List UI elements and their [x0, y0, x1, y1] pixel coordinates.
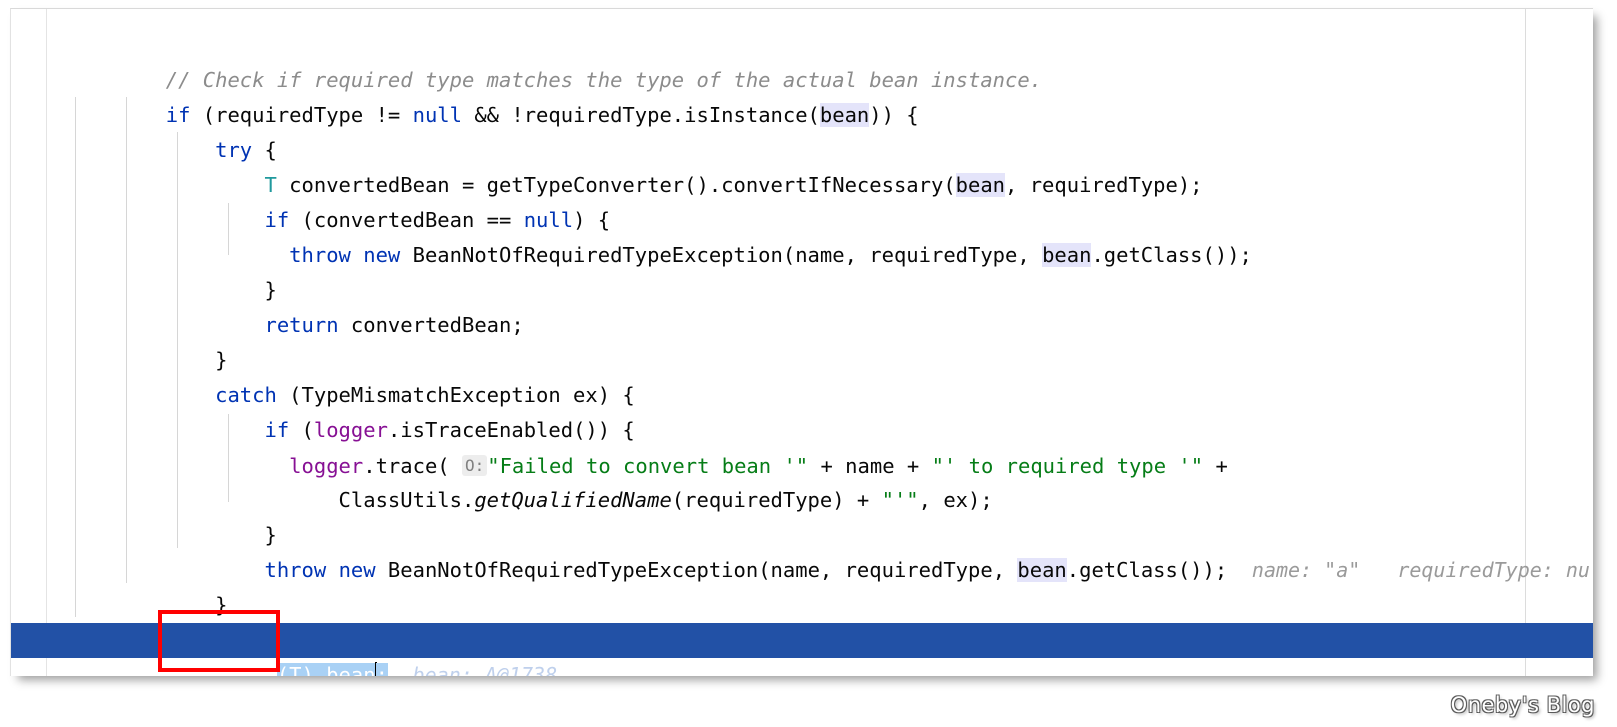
code-line[interactable]: catch (TypeMismatchException ex) { — [11, 343, 1593, 407]
code-line[interactable]: ClassUtils.getQualifiedName(requiredType… — [11, 448, 1593, 512]
watermark-text: Oneby's Blog — [1450, 693, 1595, 717]
code-line[interactable]: if (logger.isTraceEnabled()) { — [11, 378, 1593, 442]
code-editor-window[interactable]: // Check if required type matches the ty… — [10, 8, 1593, 676]
screenshot-root: // Check if required type matches the ty… — [0, 0, 1617, 727]
code-line[interactable]: } — [11, 658, 1593, 676]
code-line[interactable]: throw new BeanNotOfRequiredTypeException… — [11, 203, 1593, 267]
code-line[interactable]: logger.trace( O: "Failed to convert bean … — [11, 413, 1593, 478]
code-line[interactable]: T convertedBean = getTypeConverter().con… — [11, 133, 1593, 197]
code-line[interactable]: } — [11, 553, 1593, 617]
current-execution-line[interactable]: return (T) bean; bean: A@1738 — [11, 623, 1593, 676]
code-line[interactable]: } — [11, 588, 1593, 652]
code-line[interactable]: if (requiredType != null && !requiredTyp… — [11, 63, 1593, 127]
code-line[interactable]: // Check if required type matches the ty… — [11, 28, 1593, 92]
code-content[interactable]: // Check if required type matches the ty… — [11, 9, 1593, 676]
code-line[interactable]: return convertedBean; — [11, 273, 1593, 337]
code-line[interactable]: if (convertedBean == null) { — [11, 168, 1593, 232]
code-line[interactable]: } — [11, 238, 1593, 302]
code-line[interactable]: } — [11, 483, 1593, 547]
code-line[interactable]: } — [11, 308, 1593, 372]
code-line[interactable]: try { — [11, 98, 1593, 162]
code-line[interactable]: throw new BeanNotOfRequiredTypeException… — [11, 518, 1593, 582]
